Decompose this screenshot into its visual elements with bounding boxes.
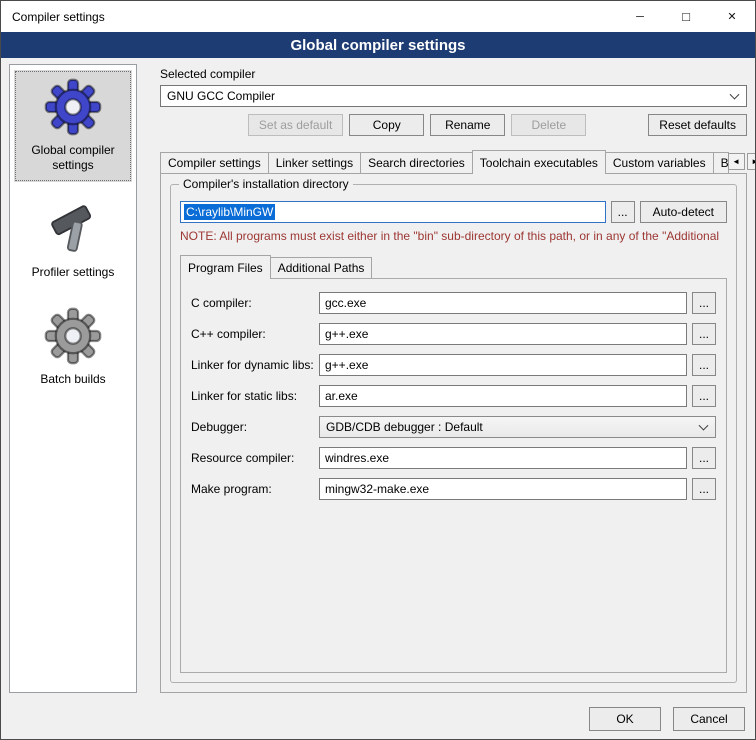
installation-directory-value: C:\raylib\MinGW xyxy=(184,204,275,220)
installation-directory-row: C:\raylib\MinGW ... Auto-detect xyxy=(180,201,727,223)
tab-scroll-left-button[interactable]: ◄ xyxy=(728,153,745,170)
tab-scroll-right-button[interactable]: ► xyxy=(747,153,756,170)
form-row-make-program: Make program: ... xyxy=(191,478,716,500)
field-label: Make program: xyxy=(191,482,319,496)
titlebar: Compiler settings ─ □ ✕ xyxy=(1,1,755,32)
sidebar-item-profiler-settings[interactable]: Profiler settings xyxy=(14,192,132,289)
reset-defaults-button[interactable]: Reset defaults xyxy=(648,114,747,136)
sidebar-item-batch-builds[interactable]: Batch builds xyxy=(14,299,132,396)
c-compiler-input[interactable] xyxy=(319,292,687,314)
maximize-icon: □ xyxy=(682,9,690,24)
sidebar-item-global-compiler-settings[interactable]: Global compiler settings xyxy=(14,70,132,182)
close-icon: ✕ xyxy=(727,10,736,23)
hammer-icon xyxy=(44,200,102,258)
field-label: Debugger: xyxy=(191,420,319,434)
debugger-value: GDB/CDB debugger : Default xyxy=(326,420,483,434)
form-row-debugger: Debugger: GDB/CDB debugger : Default xyxy=(191,416,716,438)
selected-compiler-label: Selected compiler xyxy=(160,67,747,81)
field-label: Linker for static libs: xyxy=(191,389,319,403)
tab-custom-variables[interactable]: Custom variables xyxy=(605,152,714,173)
selected-compiler-value: GNU GCC Compiler xyxy=(167,89,275,103)
close-button[interactable]: ✕ xyxy=(709,1,755,32)
form-row-c-compiler: C compiler: ... xyxy=(191,292,716,314)
maximize-button[interactable]: □ xyxy=(663,1,709,32)
rename-button[interactable]: Rename xyxy=(430,114,505,136)
settings-category-list: Global compiler settings Profiler settin… xyxy=(9,64,137,693)
copy-button[interactable]: Copy xyxy=(349,114,424,136)
dynamic-linker-input[interactable] xyxy=(319,354,687,376)
compiler-settings-window: Compiler settings ─ □ ✕ Global compiler … xyxy=(0,0,756,740)
program-files-tabstrip: Program Files Additional Paths xyxy=(180,255,727,278)
subtab-additional-paths[interactable]: Additional Paths xyxy=(270,257,373,278)
compiler-actions: Set as default Copy Rename Delete Reset … xyxy=(160,114,747,136)
dialog-footer: OK Cancel xyxy=(1,699,755,739)
tab-linker-settings[interactable]: Linker settings xyxy=(268,152,361,173)
browse-button[interactable]: ... xyxy=(692,323,716,345)
minimize-icon: ─ xyxy=(636,11,644,23)
bin-subdirectory-note: NOTE: All programs must exist either in … xyxy=(180,229,727,243)
arrow-left-icon: ◄ xyxy=(732,157,740,166)
static-linker-input[interactable] xyxy=(319,385,687,407)
form-row-cpp-compiler: C++ compiler: ... xyxy=(191,323,716,345)
minimize-button[interactable]: ─ xyxy=(617,1,663,32)
groupbox-title: Compiler's installation directory xyxy=(179,177,353,191)
arrow-right-icon: ► xyxy=(751,157,756,166)
dialog-content: Global compiler settings Profiler settin… xyxy=(1,58,755,699)
field-label: C compiler: xyxy=(191,296,319,310)
form-row-static-linker: Linker for static libs: ... xyxy=(191,385,716,407)
browse-button[interactable]: ... xyxy=(692,447,716,469)
window-controls: ─ □ ✕ xyxy=(617,1,755,32)
debugger-dropdown[interactable]: GDB/CDB debugger : Default xyxy=(319,416,716,438)
browse-button[interactable]: ... xyxy=(692,354,716,376)
field-label: Resource compiler: xyxy=(191,451,319,465)
chevron-down-icon xyxy=(699,421,709,431)
gear-icon xyxy=(44,78,102,136)
tab-build-options-truncated[interactable]: Buil xyxy=(713,152,729,173)
delete-button[interactable]: Delete xyxy=(511,114,586,136)
make-program-input[interactable] xyxy=(319,478,687,500)
subtab-program-files[interactable]: Program Files xyxy=(180,255,271,279)
installation-directory-groupbox: Compiler's installation directory C:\ray… xyxy=(170,184,737,683)
selected-compiler-dropdown[interactable]: GNU GCC Compiler xyxy=(160,85,747,107)
tab-toolchain-executables[interactable]: Toolchain executables xyxy=(472,150,606,174)
gray-gear-icon xyxy=(44,307,102,365)
browse-button[interactable]: ... xyxy=(692,385,716,407)
sidebar-item-label: Batch builds xyxy=(16,372,130,387)
ok-button[interactable]: OK xyxy=(589,707,661,731)
form-row-dynamic-linker: Linker for dynamic libs: ... xyxy=(191,354,716,376)
auto-detect-button[interactable]: Auto-detect xyxy=(640,201,727,223)
main-panel: Selected compiler GNU GCC Compiler Set a… xyxy=(148,64,747,693)
page-title: Global compiler settings xyxy=(1,32,755,58)
browse-button[interactable]: ... xyxy=(692,292,716,314)
browse-directory-button[interactable]: ... xyxy=(611,201,635,223)
sidebar-item-label: Global compiler settings xyxy=(16,143,130,173)
browse-button[interactable]: ... xyxy=(692,478,716,500)
toolchain-executables-pane: Compiler's installation directory C:\ray… xyxy=(160,173,747,693)
cancel-button[interactable]: Cancel xyxy=(673,707,745,731)
chevron-down-icon xyxy=(730,90,740,100)
tab-search-directories[interactable]: Search directories xyxy=(360,152,473,173)
window-title: Compiler settings xyxy=(1,10,105,24)
set-as-default-button[interactable]: Set as default xyxy=(248,114,343,136)
installation-directory-input[interactable]: C:\raylib\MinGW xyxy=(180,201,606,223)
tab-compiler-settings[interactable]: Compiler settings xyxy=(160,152,269,173)
form-row-resource-compiler: Resource compiler: ... xyxy=(191,447,716,469)
field-label: C++ compiler: xyxy=(191,327,319,341)
sidebar-item-label: Profiler settings xyxy=(16,265,130,280)
cpp-compiler-input[interactable] xyxy=(319,323,687,345)
field-label: Linker for dynamic libs: xyxy=(191,358,319,372)
program-files-pane: C compiler: ... C++ compiler: ... Linker… xyxy=(180,278,727,673)
resource-compiler-input[interactable] xyxy=(319,447,687,469)
settings-tabstrip: Compiler settings Linker settings Search… xyxy=(160,150,747,173)
tab-scroll-arrows: ◄ ► xyxy=(728,153,756,173)
